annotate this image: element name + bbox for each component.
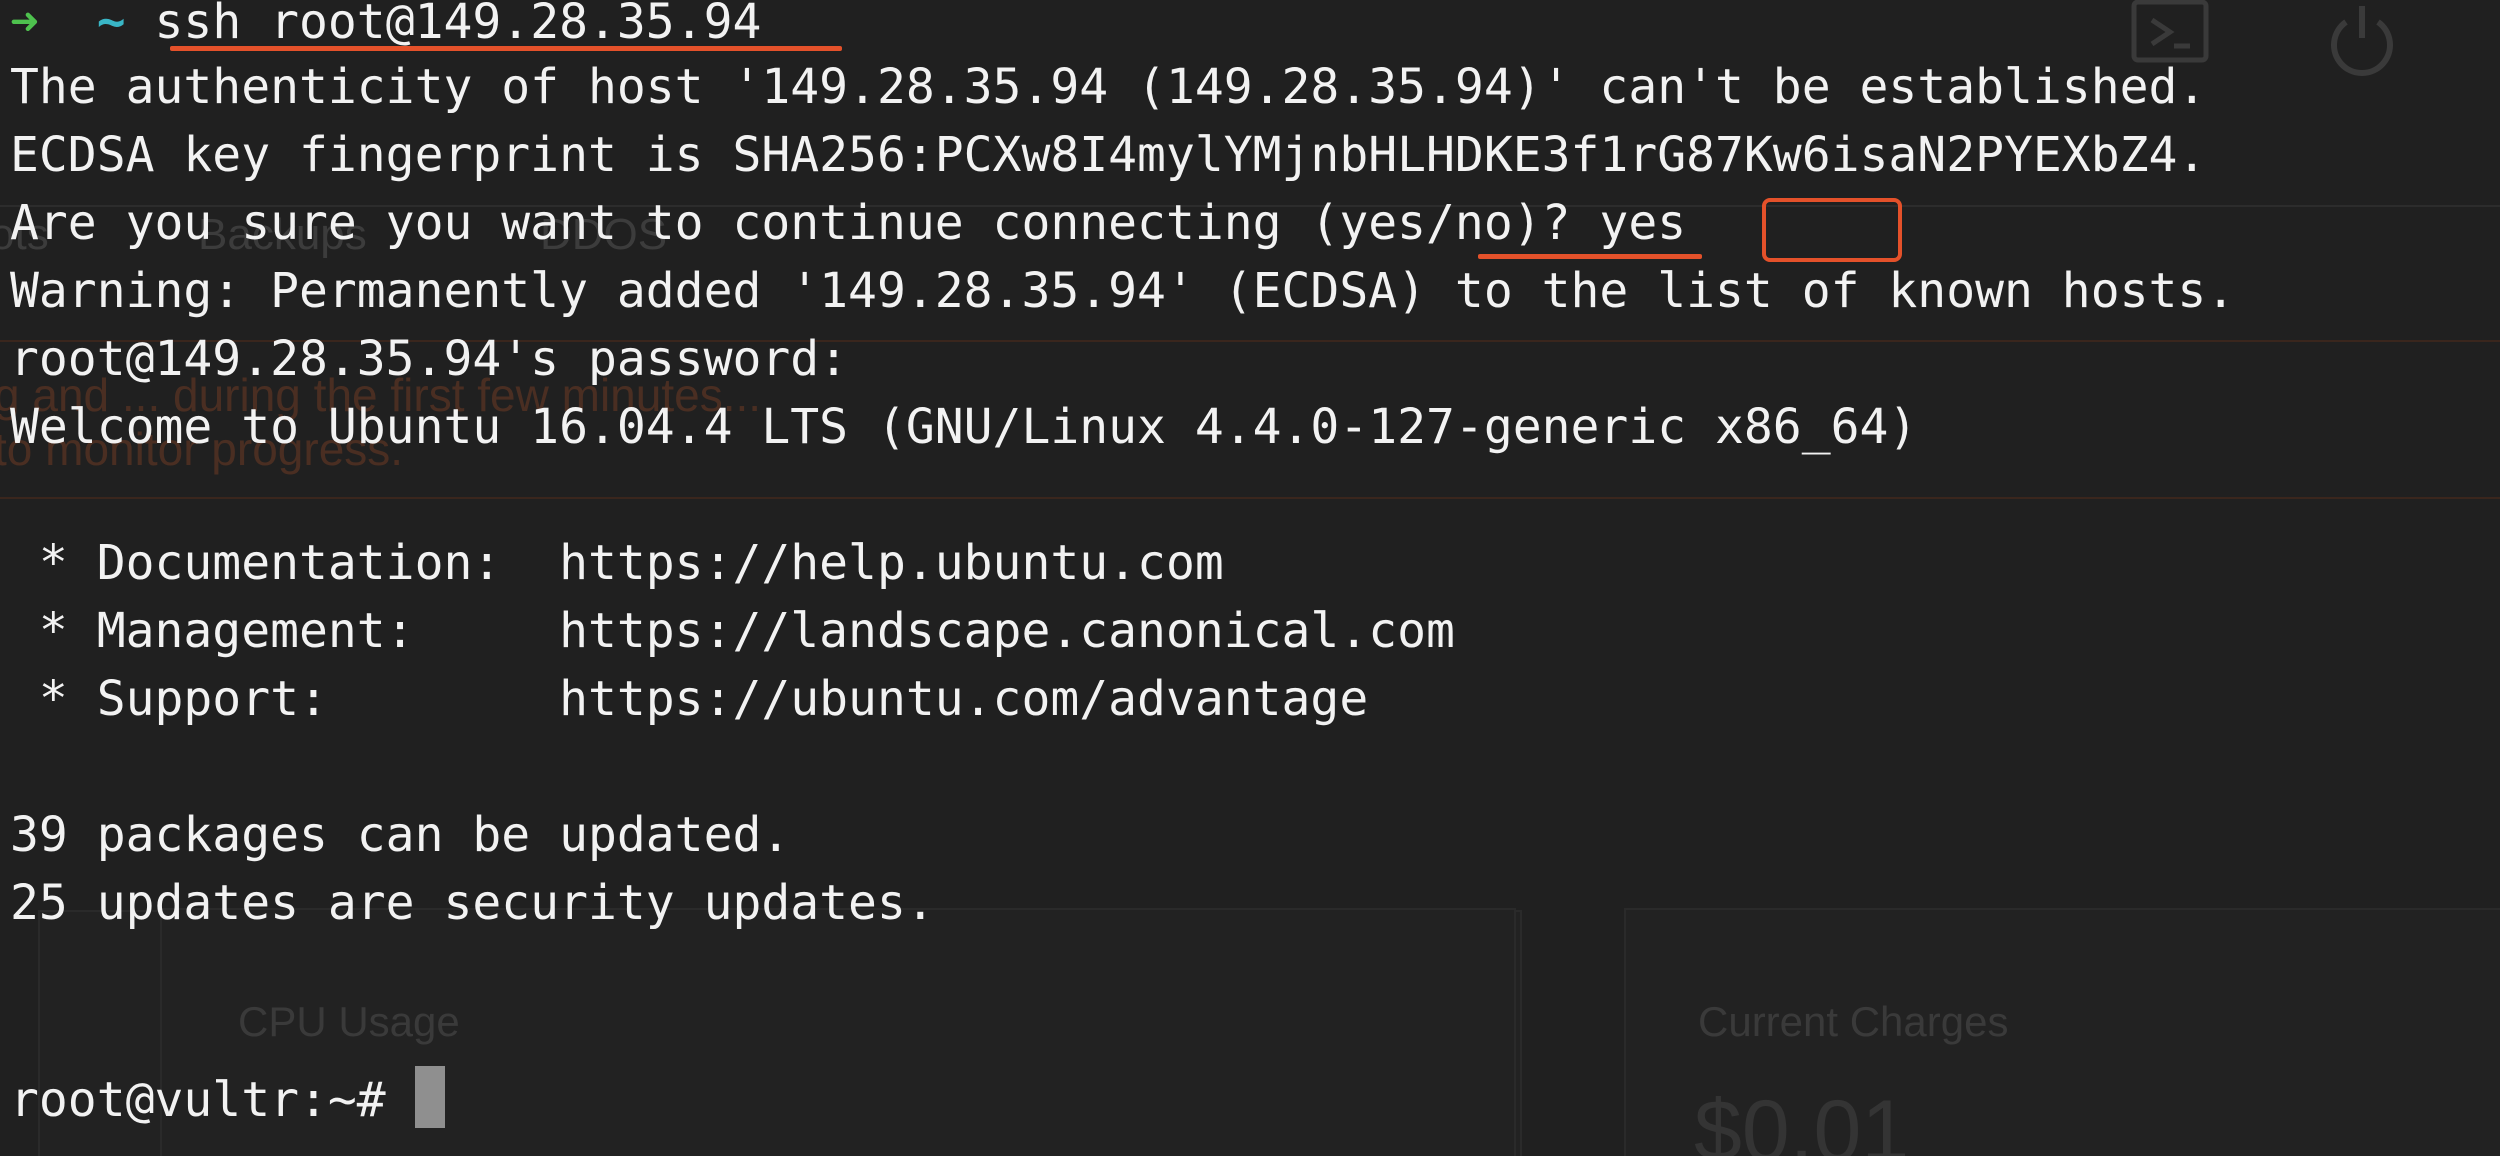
welcome-line: Welcome to Ubuntu 16.04.4 LTS (GNU/Linux… bbox=[10, 399, 1918, 455]
warning-line: Warning: Permanently added '149.28.35.94… bbox=[10, 263, 2236, 319]
shell-prompt: root@vultr:~# bbox=[10, 1072, 415, 1128]
documentation-line: * Documentation: https://help.ubuntu.com bbox=[10, 535, 1224, 591]
security-line: 25 updates are security updates. bbox=[10, 875, 935, 931]
fingerprint-line: ECDSA key fingerprint is SHA256:PCXw8I4m… bbox=[10, 127, 2207, 183]
password-line: root@149.28.35.94's password: bbox=[10, 331, 849, 387]
terminal[interactable]: ➜ ~ ssh root@149.28.35.94 The authentici… bbox=[0, 0, 2500, 1156]
continue-question: Are you sure you want to continue connec… bbox=[10, 195, 1600, 251]
yes-answer-highlight-box bbox=[1762, 198, 1902, 262]
ssh-command: ssh root@149.28.35.94 bbox=[154, 0, 762, 50]
screenshot: ots Backups DDOS g and ... during the fi… bbox=[0, 0, 2500, 1156]
management-line: * Management: https://landscape.canonica… bbox=[10, 603, 1455, 659]
yes-no-underline bbox=[1478, 254, 1702, 259]
packages-line: 39 packages can be updated. bbox=[10, 807, 791, 863]
continue-question-line: Are you sure you want to continue connec… bbox=[10, 189, 1686, 257]
shell-prompt-line[interactable]: root@vultr:~# bbox=[10, 1066, 445, 1134]
authenticity-line: The authenticity of host '149.28.35.94 (… bbox=[10, 59, 2207, 115]
support-line: * Support: https://ubuntu.com/advantage bbox=[10, 671, 1369, 727]
ssh-command-underline bbox=[170, 46, 842, 51]
text-cursor bbox=[414, 1066, 445, 1128]
continue-answer: yes bbox=[1599, 195, 1687, 251]
prompt-directory: ~ bbox=[96, 0, 126, 50]
prompt-arrow-icon: ➜ bbox=[10, 0, 39, 50]
